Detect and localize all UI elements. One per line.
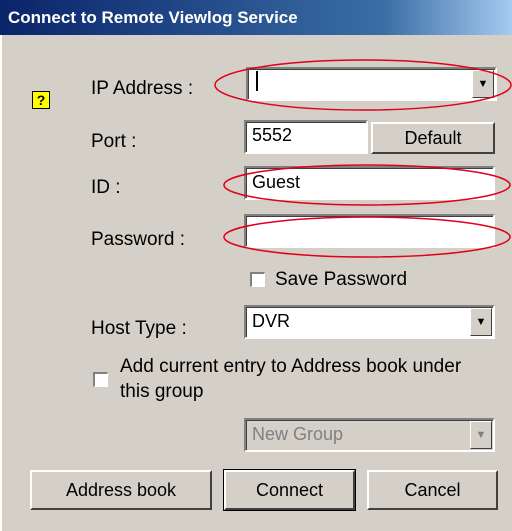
group-value: New Group (252, 424, 344, 444)
password-label: Password : (91, 229, 185, 250)
password-input[interactable] (244, 214, 495, 248)
add-entry-label-line1: Add current entry to Address book under (120, 356, 462, 377)
group-select: New Group ▼ (244, 418, 495, 452)
host-type-value: DVR (252, 311, 291, 331)
group-dropdown-button: ▼ (470, 421, 492, 449)
help-icon[interactable]: ? (32, 91, 50, 109)
id-input[interactable]: Guest (244, 166, 495, 200)
connect-button[interactable]: Connect (223, 469, 356, 511)
host-type-select[interactable]: DVR ▼ (244, 305, 495, 339)
host-type-dropdown-button[interactable]: ▼ (470, 308, 492, 336)
port-input[interactable]: 5552 (244, 120, 368, 154)
ip-address-combobox[interactable]: ▼ (246, 67, 497, 101)
chevron-down-icon: ▼ (475, 429, 487, 441)
text-cursor (256, 71, 258, 91)
add-to-address-book-checkbox[interactable] (93, 372, 108, 387)
address-book-button[interactable]: Address book (30, 470, 212, 510)
id-label: ID : (91, 177, 121, 198)
ip-address-label: IP Address : (91, 78, 194, 99)
cancel-button[interactable]: Cancel (367, 470, 498, 510)
save-password-label: Save Password (275, 269, 408, 290)
window-title: Connect to Remote Viewlog Service (8, 8, 298, 27)
default-button[interactable]: Default (371, 122, 495, 154)
ip-address-dropdown-button[interactable]: ▼ (472, 70, 494, 98)
chevron-down-icon: ▼ (477, 78, 489, 90)
port-label: Port : (91, 131, 137, 152)
add-entry-label-line2: this group (120, 381, 204, 402)
chevron-down-icon: ▼ (475, 316, 487, 328)
host-type-label: Host Type : (91, 318, 187, 339)
window-title-bar[interactable]: Connect to Remote Viewlog Service (0, 0, 512, 35)
save-password-checkbox[interactable] (250, 272, 265, 287)
